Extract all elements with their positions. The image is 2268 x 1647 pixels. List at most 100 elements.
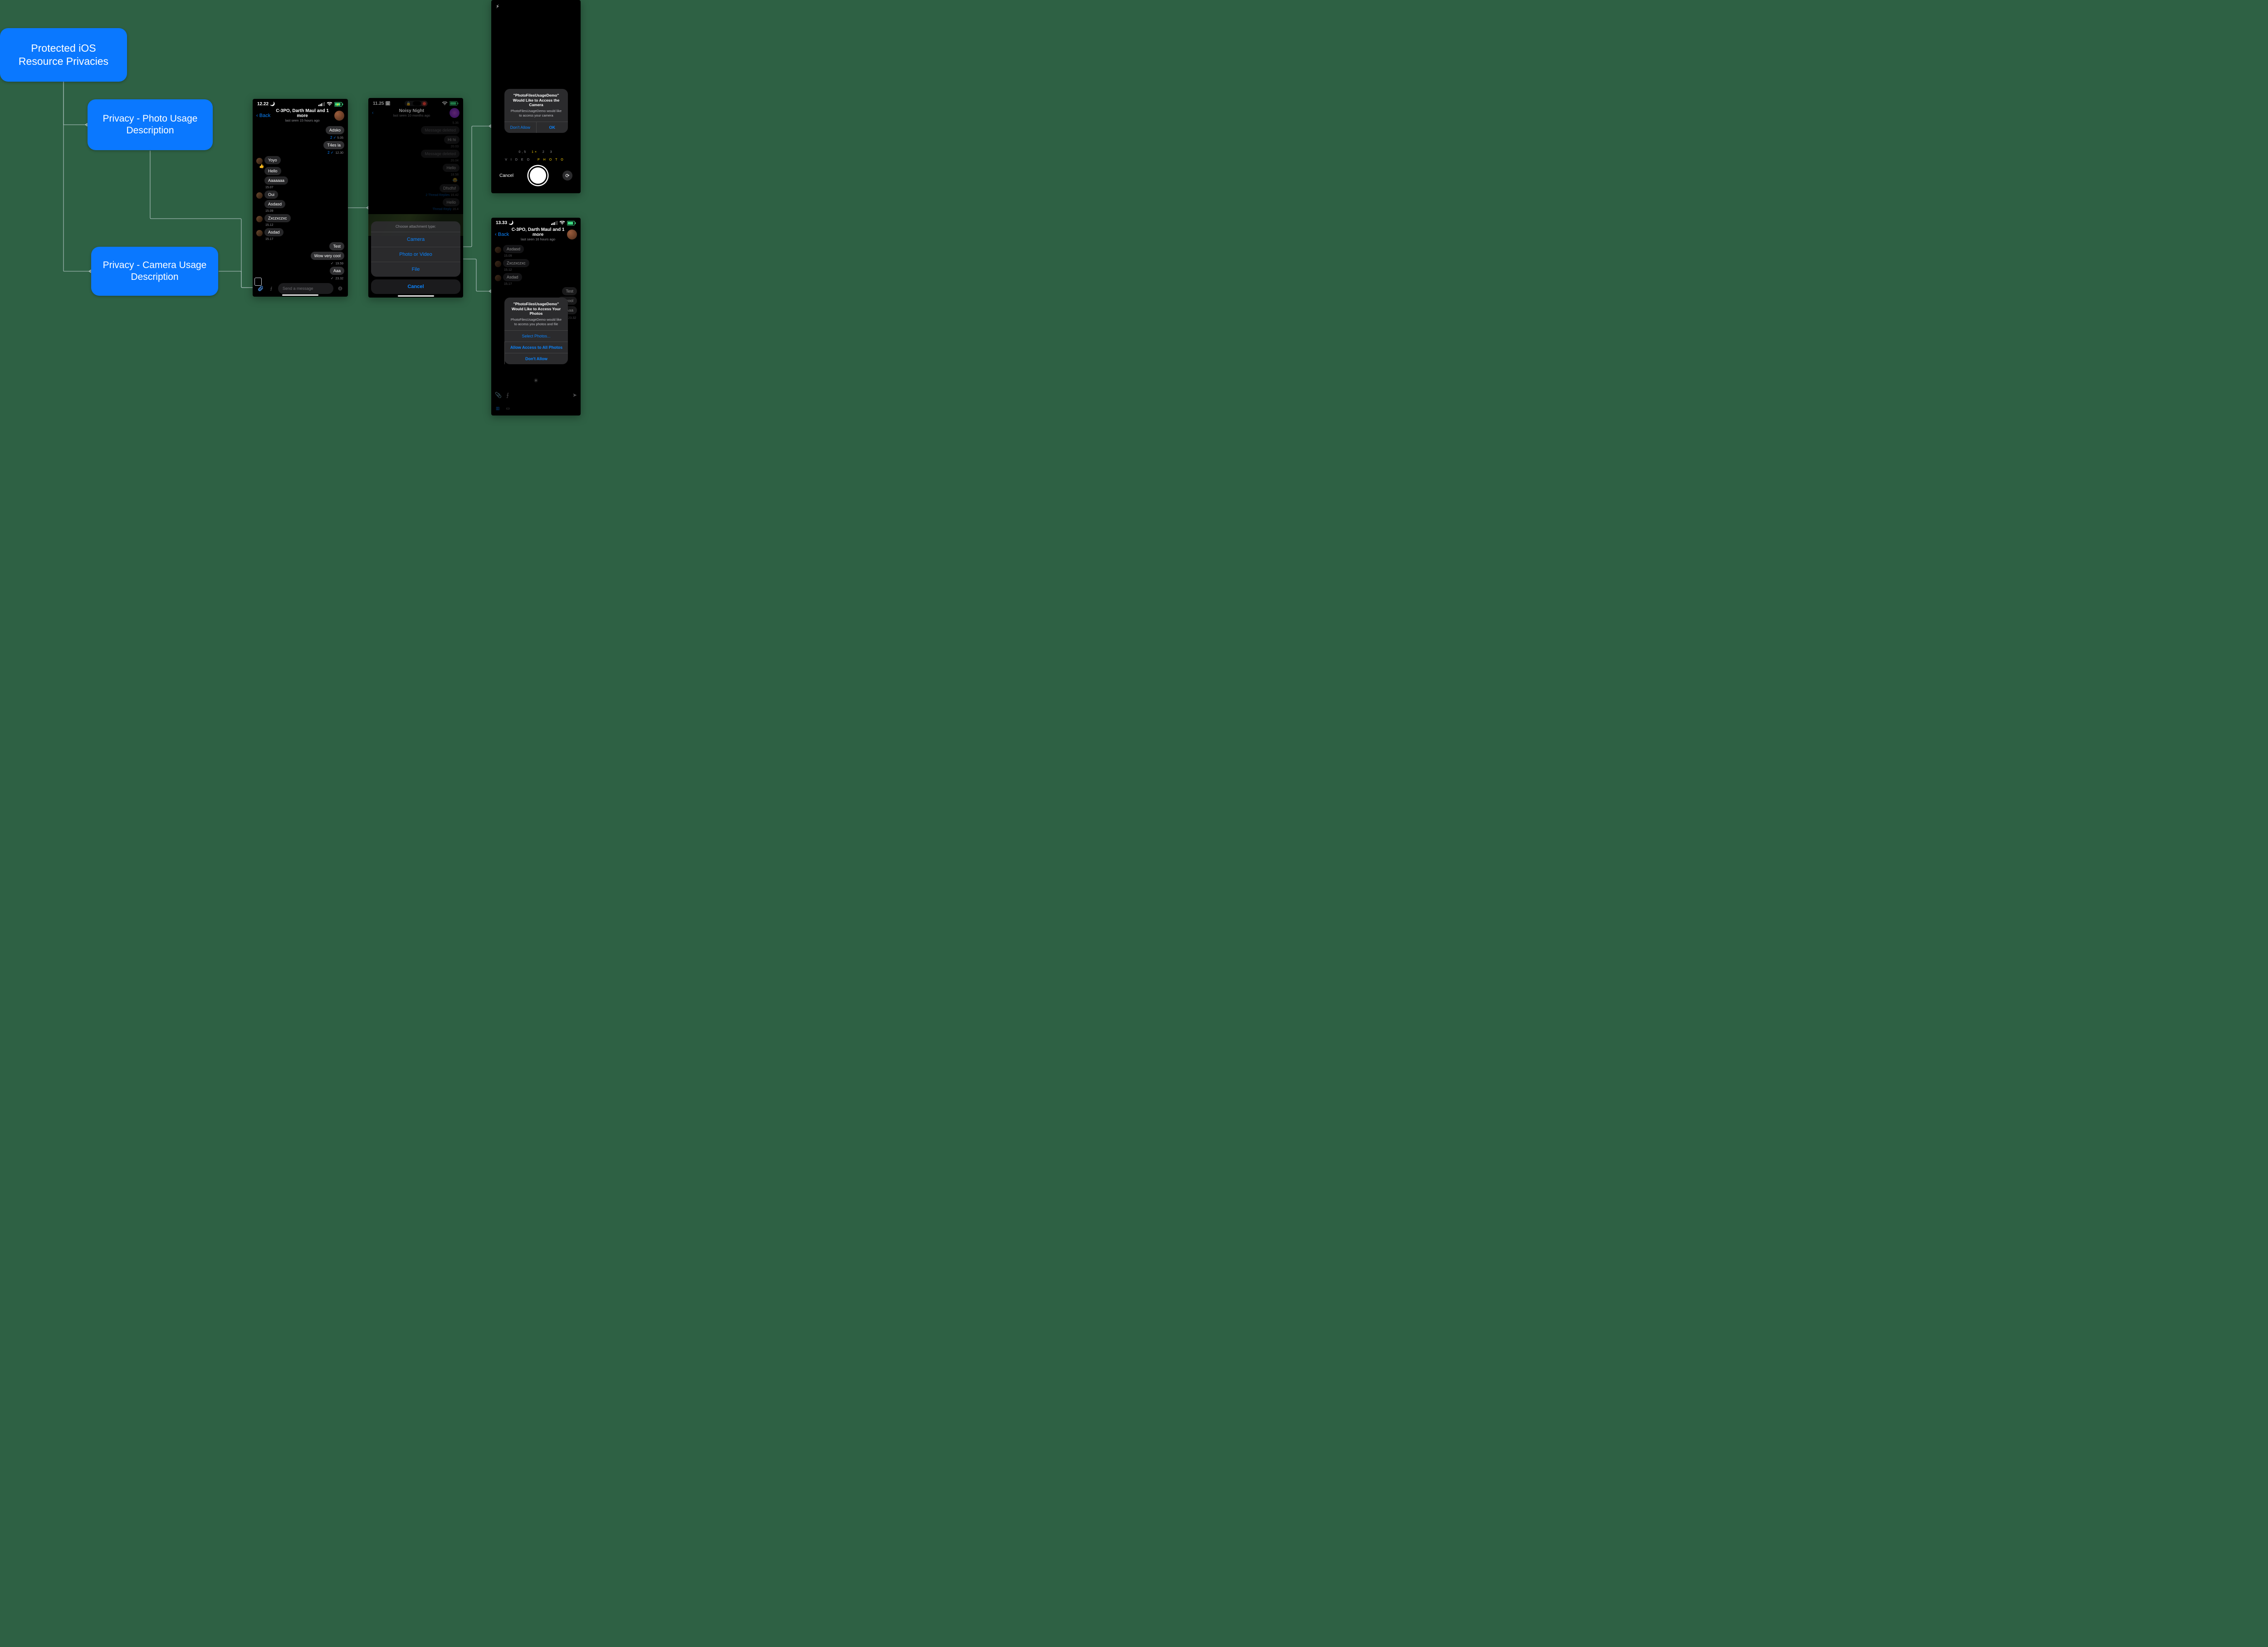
camera-controls: 0,5 1× 2 3 VIDEO PHOTO Cancel ⟳ (491, 151, 581, 193)
alert-allow-all-button[interactable]: Allow Access to All Photos (504, 342, 568, 353)
message-bubble[interactable]: Aaa (330, 267, 344, 275)
alert-title: "PhotoFilesUsageDemo" Would Like to Acce… (504, 298, 568, 318)
message-bubble[interactable]: Asdasd (264, 200, 285, 208)
reaction-icon[interactable]: 👍 (259, 164, 264, 168)
chat-title: C-3PO, Darth Maul and 1 more (509, 227, 567, 237)
zoom-2[interactable]: 2 (543, 151, 546, 154)
message-meta: 15.12 (265, 224, 344, 227)
message-bubble[interactable]: Zxczxczxc (264, 214, 291, 222)
dnd-icon (507, 220, 513, 225)
message-meta: 15.17 (265, 238, 344, 241)
sender-avatar[interactable] (256, 216, 263, 222)
alert-body: PhotoFilesUsageDemo would like to access… (504, 318, 568, 331)
alert-select-photos-button[interactable]: Select Photos... (504, 330, 568, 342)
status-bar: 13.33 (491, 218, 581, 226)
attach-icon[interactable]: 📎 (495, 392, 502, 398)
sheet-option-camera[interactable]: Camera (371, 232, 460, 247)
back-button[interactable]: ‹ Back (256, 113, 270, 118)
back-button[interactable]: ‹ Back (495, 232, 509, 237)
battery-icon: ⚡ (334, 102, 343, 107)
chat-header: ‹ Back C-3PO, Darth Maul and 1 more last… (491, 226, 581, 244)
alert-deny-button[interactable]: Don't Allow (504, 353, 568, 364)
message-meta: 15.07 (265, 186, 344, 189)
avatar (567, 230, 577, 239)
flip-camera-button[interactable]: ⟳ (562, 171, 572, 181)
message-bubble[interactable]: Hello (264, 167, 281, 175)
message-bubble: Test (562, 287, 577, 295)
folder-tab-icon[interactable]: ▭ (506, 406, 510, 411)
zoom-selector[interactable]: 0,5 1× 2 3 (491, 151, 581, 154)
message-meta: 15.09 (265, 210, 344, 213)
picker-toolbar: 📎 ⨍ ➤ (491, 392, 581, 398)
message-meta: ✓ 19.59 (256, 261, 343, 265)
camera-permission-alert: "PhotoFilesUsageDemo" Would Like to Acce… (504, 89, 568, 133)
mode-video[interactable]: VIDEO (505, 158, 533, 161)
home-indicator[interactable] (398, 295, 434, 297)
sheet-option-file[interactable]: File (371, 262, 460, 277)
alert-deny-button[interactable]: Don't Allow (504, 122, 536, 133)
wifi-icon (559, 221, 565, 225)
status-bar: 12.22 ⚡ (253, 99, 348, 108)
flash-icon[interactable]: ⚡︎ (496, 4, 499, 10)
message-bubble[interactable]: Adsko (326, 126, 344, 134)
node-root[interactable]: Protected iOS Resource Privacies (0, 28, 127, 82)
camera-cancel-button[interactable]: Cancel (499, 173, 513, 178)
message-list[interactable]: Adsko 2 ✓2 ✓ 5.055.05 T4es la 2 ✓ 12.30 … (253, 125, 348, 281)
dnd-icon (269, 102, 275, 107)
node-root-label: Protected iOS Resource Privacies (10, 42, 117, 68)
message-bubble[interactable]: Wow very cool (311, 252, 344, 260)
chat-title[interactable]: C-3PO, Darth Maul and 1 more (270, 108, 334, 118)
home-indicator[interactable] (282, 294, 318, 296)
command-button[interactable]: ⨍ (267, 284, 275, 293)
sheet-cancel[interactable]: Cancel (371, 279, 460, 294)
sender-avatar[interactable] (256, 230, 263, 236)
chat-subtitle: last seen 16 hours ago (509, 237, 567, 241)
message-meta: 2 ✓ 12.30 (256, 151, 343, 155)
mic-button[interactable] (336, 284, 344, 293)
message-input[interactable]: Send a message (278, 283, 333, 294)
zoom-1x[interactable]: 1× (532, 151, 538, 154)
screenshot-camera-permission: ⚡︎ "PhotoFilesUsageDemo" Would Like to A… (491, 0, 581, 193)
back-label: Back (498, 232, 509, 237)
sheet-header: Choose attachment type: (371, 221, 460, 232)
send-icon[interactable]: ➤ (572, 392, 577, 398)
spinner-icon: ✳︎ (533, 377, 538, 384)
back-label: Back (259, 113, 270, 118)
alert-ok-button[interactable]: OK (536, 122, 568, 133)
message-bubble[interactable]: Oui (264, 191, 278, 199)
avatar[interactable] (334, 111, 344, 121)
message-bubble: Zxczxczxc (503, 259, 529, 267)
photos-tab-icon[interactable]: ▥ (496, 406, 500, 411)
message-bubble[interactable]: T4es la (323, 141, 344, 149)
message-meta: ✓ 23.32 (256, 276, 343, 280)
screenshot-action-sheet: 11.25 🗓 🔒 ‹ Noisy Night last seen 10 mon… (368, 98, 463, 298)
capture-mode-selector[interactable]: VIDEO PHOTO (491, 158, 581, 161)
connector-anchor (254, 278, 262, 286)
message-meta: 15.12 (504, 269, 577, 272)
message-meta: 15.09 (504, 254, 577, 258)
command-icon[interactable]: ⨍ (506, 392, 509, 398)
cellular-icon (318, 102, 325, 106)
message-bubble[interactable]: Yoyo (264, 156, 281, 164)
node-photo-usage[interactable]: Privacy - Photo Usage Description (88, 99, 213, 150)
message-bubble: Asdad (503, 273, 522, 281)
message-bubble[interactable]: Test (329, 242, 344, 250)
diagram-canvas: Protected iOS Resource Privacies Privacy… (0, 0, 581, 420)
node-camera-usage[interactable]: Privacy - Camera Usage Description (91, 247, 218, 296)
svg-text:⚡: ⚡ (336, 103, 339, 106)
chat-subtitle: last seen 15 hours ago (270, 118, 334, 122)
photo-picker-tabs: ▥ ▭ (491, 406, 581, 411)
node-camera-label: Privacy - Camera Usage Description (101, 259, 208, 283)
message-bubble: Asdasd (503, 245, 524, 253)
message-bubble[interactable]: Asdad (264, 228, 284, 236)
shutter-button[interactable] (528, 166, 547, 185)
sender-avatar[interactable] (256, 192, 263, 199)
sender-avatar[interactable] (256, 158, 263, 164)
zoom-3[interactable]: 3 (550, 151, 553, 154)
mode-photo[interactable]: PHOTO (538, 158, 567, 161)
sheet-option-photo[interactable]: Photo or Video (371, 247, 460, 262)
alert-body: PhotoFilesUsageDemo would like to access… (504, 109, 568, 122)
zoom-0-5[interactable]: 0,5 (518, 151, 527, 154)
wifi-icon (327, 102, 332, 106)
message-bubble[interactable]: Aaaaaaa (264, 176, 288, 185)
